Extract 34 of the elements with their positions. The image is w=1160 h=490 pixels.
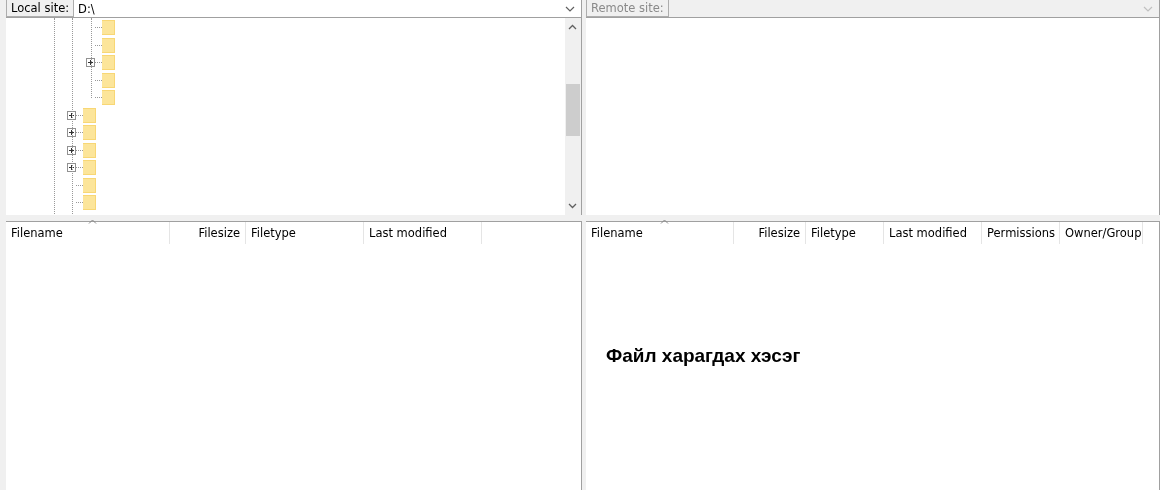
expand-icon[interactable] (86, 58, 95, 68)
column-header[interactable]: Filesize (170, 222, 246, 244)
column-header[interactable]: Filesize (734, 222, 806, 244)
expand-icon[interactable] (67, 145, 76, 155)
column-header[interactable]: Last modified (364, 222, 482, 244)
folder-icon[interactable] (83, 125, 96, 141)
folder-icon[interactable] (83, 142, 96, 158)
folder-icon[interactable] (83, 107, 96, 123)
column-header[interactable]: Last modified (884, 222, 982, 244)
folder-icon[interactable] (102, 55, 115, 71)
expand-icon[interactable] (67, 128, 76, 138)
site-label: Remote site: (586, 0, 669, 17)
column-header[interactable]: Permissions (982, 222, 1060, 244)
column-header[interactable]: Filename (6, 222, 170, 244)
expand-icon[interactable] (67, 110, 76, 120)
site-label: Local site: (6, 0, 75, 17)
folder-icon[interactable] (102, 37, 115, 53)
scrollbar-thumb[interactable] (566, 84, 580, 136)
folder-icon[interactable] (102, 72, 115, 88)
pane-caption: Файл харагдах хэсэг (606, 345, 801, 366)
column-header[interactable]: Filename (586, 222, 734, 244)
site-path-field[interactable] (668, 0, 1159, 17)
folder-icon[interactable] (102, 20, 115, 36)
scroll-down-icon[interactable] (568, 203, 577, 209)
scrollbar[interactable] (565, 18, 581, 215)
column-header[interactable]: Owner/Group (1060, 222, 1143, 244)
expand-icon[interactable] (67, 163, 76, 173)
folder-icon[interactable] (83, 160, 96, 176)
scroll-up-icon[interactable] (568, 24, 577, 30)
column-header[interactable]: Filetype (806, 222, 884, 244)
column-header[interactable]: Filetype (246, 222, 364, 244)
folder-icon[interactable] (83, 177, 96, 193)
folder-icon[interactable] (102, 90, 115, 106)
folder-icon[interactable] (83, 195, 96, 211)
